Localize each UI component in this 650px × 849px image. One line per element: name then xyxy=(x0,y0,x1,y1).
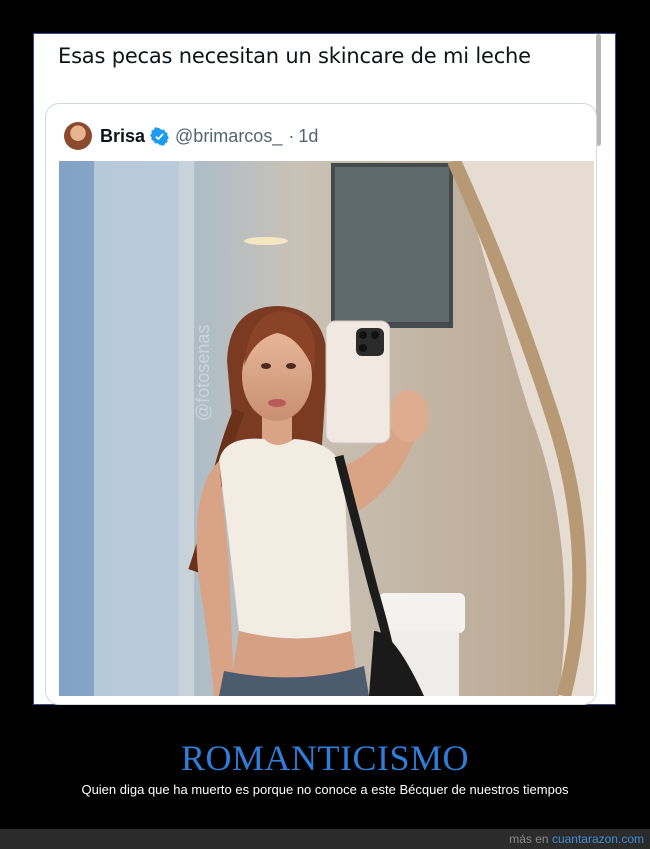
post-age[interactable]: 1d xyxy=(298,126,318,147)
meme-subtitle: Quien diga que ha muerto es porque no co… xyxy=(81,782,569,797)
separator-dot: · xyxy=(288,125,295,146)
mirror-selfie-photo: @fotosenas xyxy=(59,161,594,696)
avatar[interactable] xyxy=(64,122,92,150)
tweet-screenshot: Esas pecas necesitan un skincare de mi l… xyxy=(33,33,616,705)
quoted-tweet-photo[interactable]: @fotosenas xyxy=(59,161,594,696)
meme-title: ROMANTICISMO xyxy=(180,738,470,778)
post-text: Esas pecas necesitan un skincare de mi l… xyxy=(58,44,531,68)
author-handle[interactable]: @brimarcos_ xyxy=(175,126,282,147)
verified-badge-icon xyxy=(150,126,169,146)
photo-watermark: @fotosenas xyxy=(193,325,213,421)
quoted-tweet-header: Brisa @brimarcos_ · 1d xyxy=(64,121,318,151)
footer-text: más en cuantarazon.com xyxy=(509,832,644,846)
author-name[interactable]: Brisa xyxy=(100,126,145,147)
site-link[interactable]: cuantarazon.com xyxy=(552,832,644,846)
footer-bar: más en cuantarazon.com xyxy=(0,829,650,849)
footer-prefix: más en xyxy=(509,832,552,846)
quoted-tweet-card[interactable]: Brisa @brimarcos_ · 1d @fotosenas xyxy=(45,103,597,705)
